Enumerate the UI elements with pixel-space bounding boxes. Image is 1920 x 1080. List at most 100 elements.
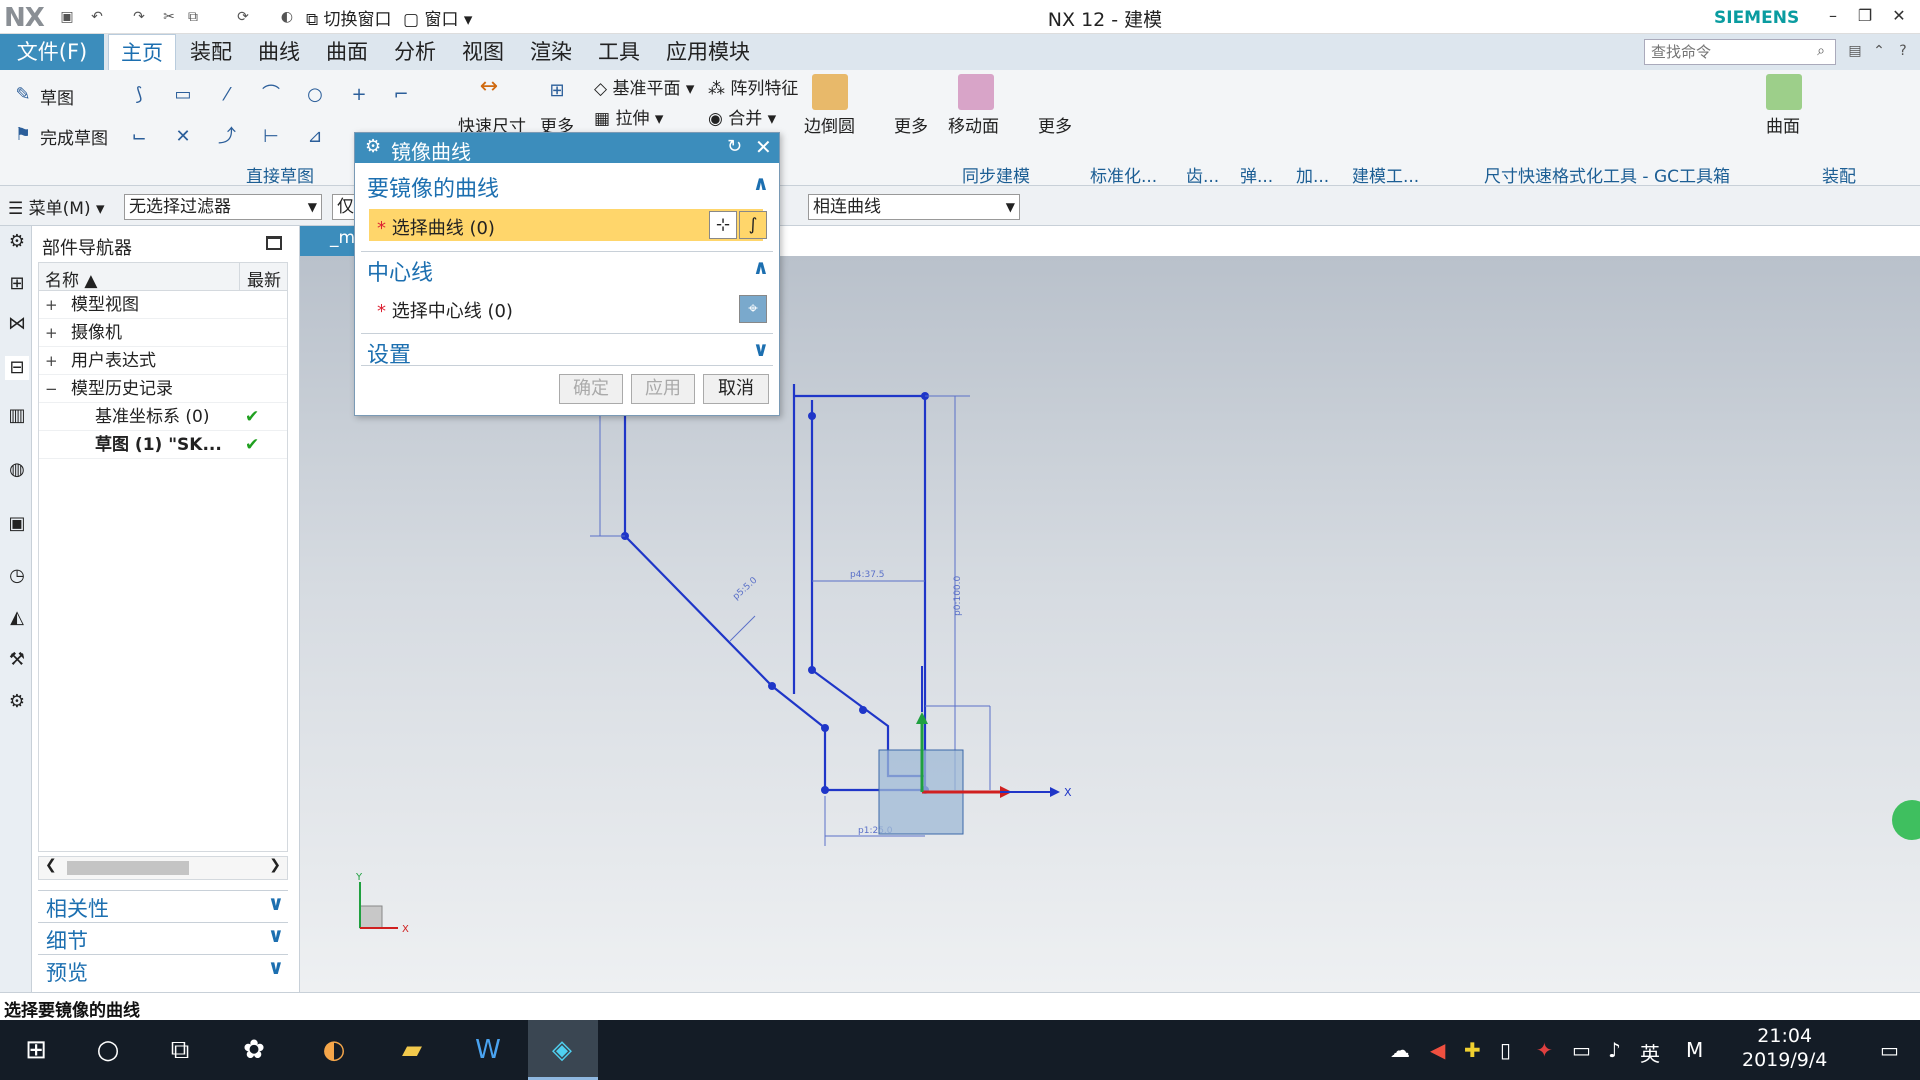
wps-icon[interactable]: W [468, 1030, 508, 1070]
preview-panel[interactable]: 预览 ∨ [38, 954, 288, 985]
reuse-library-icon[interactable]: ▥ [5, 404, 29, 428]
curve-icon[interactable]: ∫ [739, 211, 767, 239]
sketch-button[interactable]: 草图 [40, 84, 74, 109]
tab-applications[interactable]: 应用模块 [666, 34, 750, 70]
usb-icon[interactable]: ▯ [1500, 1038, 1511, 1062]
point-icon[interactable]: + [348, 84, 370, 106]
history-icon[interactable]: ▣ [5, 512, 29, 536]
tab-assembly[interactable]: 装配 [190, 34, 232, 70]
assembly-group-label[interactable]: 装配 [1822, 162, 1856, 187]
help-icon[interactable]: ? [1894, 42, 1912, 60]
type-filter-select[interactable]: 无选择过滤器 ▼ [124, 194, 322, 220]
quick-trim-icon[interactable]: ✕ [172, 126, 194, 148]
network-icon[interactable]: ▭ [1572, 1038, 1591, 1062]
maximize-navigator-icon[interactable] [266, 236, 282, 250]
group-gear-label[interactable]: 齿... [1186, 162, 1219, 187]
extrude-button[interactable]: ▦ 拉伸 ▾ [594, 104, 663, 129]
group-machining-label[interactable]: 加... [1296, 162, 1329, 187]
chevron-up-icon[interactable]: ∧ [753, 255, 769, 279]
chevron-down-icon[interactable]: ∨ [753, 337, 769, 361]
roles-icon[interactable]: ⚒ [5, 648, 29, 672]
command-search-input[interactable] [1644, 39, 1836, 65]
details-panel[interactable]: 细节 ∨ [38, 922, 288, 953]
datum-plane-button[interactable]: ◇ 基准平面 ▾ [594, 74, 694, 99]
task-view-icon[interactable]: ⧉ [160, 1030, 200, 1070]
tree-node[interactable]: 草图 (1) "SK... ✔ [39, 431, 287, 459]
tab-tools[interactable]: 工具 [598, 34, 640, 70]
assembly-navigator-icon[interactable]: ⊞ [5, 272, 29, 296]
tab-analysis[interactable]: 分析 [394, 34, 436, 70]
tab-home[interactable]: 主页 [108, 34, 176, 70]
dependencies-panel[interactable]: 相关性 ∨ [38, 890, 288, 921]
tab-surface[interactable]: 曲面 [326, 34, 368, 70]
tree-node[interactable]: + 用户表达式 [39, 347, 287, 375]
minimize-button[interactable]: – [1820, 6, 1846, 30]
settings-gear-icon[interactable]: ⚙ [5, 230, 29, 254]
edge-blend-button[interactable]: 边倒圆 [804, 112, 855, 137]
curve-rule-select[interactable]: 相连曲线 ▼ [808, 194, 1020, 220]
notification-icon[interactable]: ▭ [1880, 1038, 1899, 1062]
chevron-up-icon[interactable]: ∧ [753, 171, 769, 195]
plus-icon[interactable]: ✚ [1464, 1038, 1481, 1062]
fillet-icon[interactable]: ⌐ [390, 84, 412, 106]
start-icon[interactable]: ⊞ [16, 1030, 56, 1070]
tree-node[interactable]: − 模型历史记录 [39, 375, 287, 403]
tree-node[interactable]: + 摄像机 [39, 319, 287, 347]
palette-icon[interactable]: ◭ [5, 606, 29, 630]
line-icon[interactable]: ⁄ [216, 84, 238, 106]
restore-button[interactable]: ❐ [1852, 6, 1878, 30]
arc-icon[interactable]: ⌒ [260, 84, 282, 106]
column-name-header[interactable]: 名称 ▲ [45, 266, 97, 291]
expand-icon[interactable]: + [45, 347, 58, 375]
file-explorer-icon[interactable]: ▰ [392, 1030, 432, 1070]
search-icon[interactable]: ⌕ [1812, 42, 1830, 60]
collapse-ribbon-icon[interactable]: ⌃ [1870, 42, 1888, 60]
move-face-button[interactable]: 移动面 [948, 112, 999, 137]
ime-mode-icon[interactable]: M [1686, 1038, 1703, 1062]
menu-button[interactable]: ☰ 菜单(M) ▾ [8, 194, 105, 219]
clock[interactable]: 21:04 2019/9/4 [1742, 1024, 1827, 1072]
ime-indicator[interactable]: 英 [1640, 1038, 1660, 1067]
section-centerline-title[interactable]: 中心线 [367, 255, 433, 287]
web-browser-icon[interactable]: ◍ [5, 458, 29, 482]
tab-curve[interactable]: 曲线 [258, 34, 300, 70]
search-icon[interactable]: ○ [88, 1030, 128, 1070]
rectangle-icon[interactable]: ▭ [172, 84, 194, 106]
browser-icon[interactable]: ◐ [314, 1030, 354, 1070]
expand-icon[interactable]: − [45, 375, 58, 403]
gear-icon[interactable]: ⚙ [365, 136, 381, 157]
constraints-icon[interactable]: ⊿ [304, 126, 326, 148]
file-menu[interactable]: 文件(F) [0, 34, 104, 70]
cloud-icon[interactable]: ☁ [1390, 1038, 1410, 1062]
unite-button[interactable]: ◉ 合并 ▾ [708, 104, 776, 129]
column-latest-header[interactable]: 最新 [247, 266, 281, 291]
profile-icon[interactable]: ⟆ [128, 84, 150, 106]
expand-icon[interactable]: + [45, 319, 58, 347]
constraint-navigator-icon[interactable]: ⋈ [5, 312, 29, 336]
nx-taskbar-button[interactable]: ◈ [528, 1020, 598, 1080]
close-window-button[interactable]: ✕ [1886, 6, 1912, 30]
more-sketch-icon[interactable]: ⊞ [546, 80, 568, 102]
select-curve-row[interactable]: * 选择曲线 (0) [369, 209, 763, 241]
part-navigator-icon[interactable]: ⊟ [5, 356, 29, 380]
make-corner-icon[interactable]: ⊢ [260, 126, 282, 148]
more-feature-button[interactable]: 更多 [894, 112, 928, 137]
group-standard-label[interactable]: 标准化... [1090, 162, 1157, 187]
ok-button[interactable]: 确定 [559, 374, 623, 404]
app-icon[interactable]: ✿ [234, 1030, 274, 1070]
apply-button[interactable]: 应用 [631, 374, 695, 404]
pattern-feature-button[interactable]: ⁂ 阵列特征 [708, 74, 798, 99]
curve-rule-icon[interactable]: ⊹ [709, 211, 737, 239]
close-icon[interactable]: ✕ [755, 135, 772, 159]
more-sync-button[interactable]: 更多 [1038, 112, 1072, 137]
select-centerline-row[interactable]: * 选择中心线 (0) [377, 297, 513, 323]
surface-button[interactable]: 曲面 [1766, 112, 1800, 137]
ribbon-options-icon[interactable]: ▤ [1846, 42, 1864, 60]
clock-icon[interactable]: ◷ [5, 564, 29, 588]
app-tray-icon[interactable]: ✦ [1536, 1038, 1553, 1062]
expand-icon[interactable]: + [45, 291, 58, 319]
group-spring-label[interactable]: 弹... [1240, 162, 1273, 187]
navigator-hscrollbar[interactable]: ❮ ❯ [38, 856, 288, 880]
circle-icon[interactable]: ○ [304, 84, 326, 106]
section-curves-title[interactable]: 要镜像的曲线 [367, 171, 499, 203]
